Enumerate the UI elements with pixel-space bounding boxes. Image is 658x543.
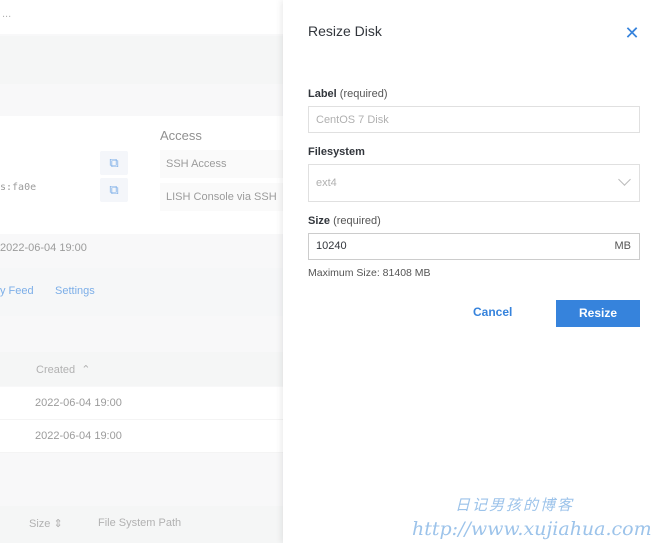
filesystem-field-label: Filesystem bbox=[308, 146, 365, 158]
watermark-title: 日记男孩的博客 bbox=[455, 496, 575, 514]
label-input[interactable]: CentOS 7 Disk bbox=[308, 106, 640, 133]
size-unit: MB bbox=[614, 240, 632, 252]
close-icon[interactable]: ✕ bbox=[623, 24, 641, 42]
size-input[interactable]: 10240 MB bbox=[308, 233, 640, 260]
resize-disk-drawer: Resize Disk ✕ Label (required) CentOS 7 … bbox=[283, 0, 658, 543]
filesystem-select[interactable]: ext4 bbox=[308, 164, 640, 202]
backdrop[interactable] bbox=[0, 0, 283, 543]
watermark-url: http://www.xujiahua.com bbox=[412, 518, 652, 540]
label-placeholder: CentOS 7 Disk bbox=[316, 114, 389, 126]
cancel-button[interactable]: Cancel bbox=[473, 305, 512, 319]
required-text: (required) bbox=[339, 88, 388, 100]
size-field-label: Size (required) bbox=[308, 215, 381, 227]
size-text: Size bbox=[308, 215, 331, 227]
label-text: Label bbox=[308, 88, 337, 100]
required-text: (required) bbox=[333, 215, 381, 227]
size-value: 10240 bbox=[316, 240, 347, 252]
chevron-down-icon bbox=[618, 173, 631, 186]
max-size-hint: Maximum Size: 81408 MB bbox=[308, 267, 431, 279]
filesystem-value: ext4 bbox=[316, 177, 337, 189]
label-field-label: Label (required) bbox=[308, 88, 387, 100]
drawer-title: Resize Disk bbox=[308, 23, 382, 39]
resize-button[interactable]: Resize bbox=[556, 300, 640, 327]
